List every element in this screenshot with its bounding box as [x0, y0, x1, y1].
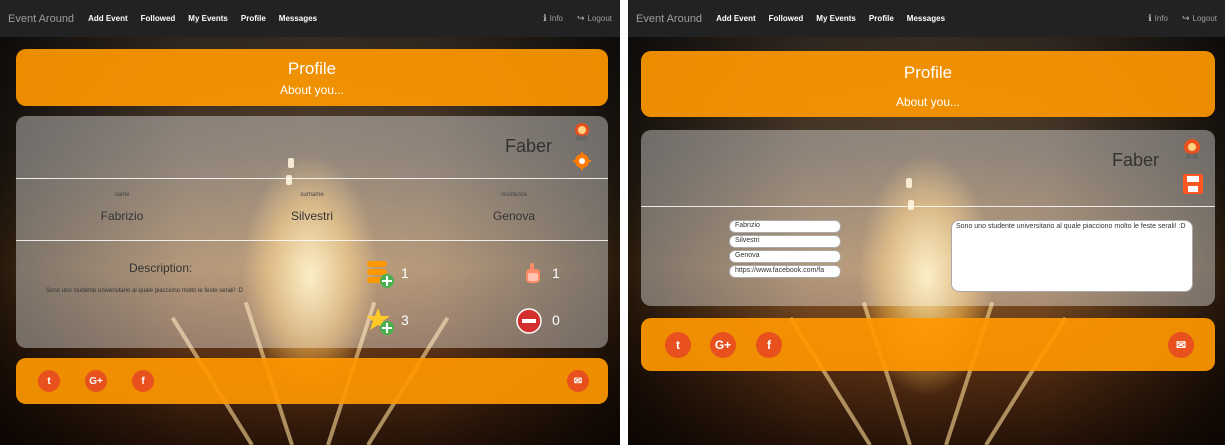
- info-icon: ℹ: [543, 13, 547, 23]
- navbar: Event Around Add Event Followed My Event…: [0, 0, 620, 37]
- facebook-url-input[interactable]: https://www.facebook.com/fa: [729, 265, 841, 278]
- twitter-icon[interactable]: t: [38, 370, 60, 392]
- save-icon[interactable]: [1183, 174, 1203, 194]
- globe-link-icon[interactable]: [572, 122, 592, 142]
- twitter-icon[interactable]: t: [665, 332, 691, 358]
- nav-logout[interactable]: ↪ Logout: [1182, 13, 1217, 24]
- facebook-icon[interactable]: f: [756, 332, 782, 358]
- nav-info-label: Info: [1154, 14, 1168, 23]
- created-events-icon[interactable]: [365, 259, 395, 289]
- nav-my-events[interactable]: My Events: [188, 14, 228, 23]
- profile-header-card: Profile About you...: [641, 51, 1215, 117]
- facebook-icon[interactable]: f: [132, 370, 154, 392]
- brand-link[interactable]: Event Around: [8, 13, 74, 25]
- divider: [16, 240, 608, 241]
- info-icon: ℹ: [1148, 13, 1152, 23]
- name-label: name: [114, 192, 130, 198]
- brand-link[interactable]: Event Around: [636, 13, 702, 25]
- profile-edit-pane: Event Around Add Event Followed My Event…: [628, 0, 1225, 445]
- page-subtitle: About you...: [279, 83, 345, 97]
- name-input[interactable]: Fabrizio: [729, 220, 841, 233]
- divider: [16, 178, 608, 179]
- divider: [641, 206, 1215, 207]
- nav-followed[interactable]: Followed: [141, 14, 176, 23]
- username: Faber: [504, 136, 552, 156]
- nav-profile[interactable]: Profile: [869, 14, 894, 23]
- profile-edit-card: Faber Fabrizio Silvestri Genova https://…: [641, 130, 1215, 306]
- profile-card: Faber name Fabrizio surname Silvestri re…: [16, 116, 608, 348]
- surname-label: surname: [300, 192, 324, 198]
- favorites-star-icon[interactable]: [365, 306, 395, 336]
- nav-followed[interactable]: Followed: [769, 14, 804, 23]
- blocked-count: 0: [552, 312, 560, 328]
- page-title: Profile: [287, 59, 337, 78]
- nav-add-event[interactable]: Add Event: [88, 14, 128, 23]
- blocked-icon[interactable]: [516, 308, 542, 334]
- mail-icon[interactable]: ✉: [567, 370, 589, 392]
- globe-link-icon[interactable]: [1181, 138, 1203, 160]
- residence-label: residence: [500, 192, 527, 198]
- nav-logout[interactable]: ↪ Logout: [577, 13, 612, 24]
- description-textarea[interactable]: Sono uno studente universitario al quale…: [951, 220, 1193, 292]
- navbar: Event Around Add Event Followed My Event…: [628, 0, 1225, 37]
- surname-value: Silvestri: [290, 209, 333, 223]
- residence-value: Genova: [492, 209, 536, 223]
- split-screenshot: Event Around Add Event Followed My Event…: [0, 0, 1225, 445]
- hand-like-icon[interactable]: [520, 261, 546, 287]
- description-text: Sono uno studente universitario al quale…: [46, 288, 243, 294]
- logout-icon: ↪: [1181, 13, 1190, 23]
- surname-input[interactable]: Silvestri: [729, 235, 841, 248]
- created-events-count: 1: [401, 265, 409, 281]
- googleplus-icon[interactable]: G+: [85, 370, 107, 392]
- nav-add-event[interactable]: Add Event: [716, 14, 756, 23]
- nav-messages[interactable]: Messages: [907, 14, 945, 23]
- username: Faber: [1111, 150, 1159, 170]
- residence-input[interactable]: Genova: [729, 250, 841, 263]
- nav-logout-label: Logout: [1192, 14, 1217, 23]
- likes-count: 1: [552, 265, 560, 281]
- gear-icon[interactable]: [573, 152, 591, 170]
- favorites-count: 3: [401, 312, 409, 328]
- description-label: Description:: [129, 261, 193, 275]
- googleplus-icon[interactable]: G+: [710, 332, 736, 358]
- logout-icon: ↪: [576, 13, 585, 23]
- nav-info-label: Info: [549, 14, 563, 23]
- nav-profile[interactable]: Profile: [241, 14, 266, 23]
- nav-logout-label: Logout: [587, 14, 612, 23]
- profile-view-pane: Event Around Add Event Followed My Event…: [0, 0, 620, 445]
- nav-info[interactable]: ℹ Info: [1148, 13, 1168, 24]
- page-subtitle: About you...: [895, 95, 961, 109]
- page-title: Profile: [903, 63, 953, 82]
- nav-messages[interactable]: Messages: [279, 14, 317, 23]
- mail-icon[interactable]: ✉: [1168, 332, 1194, 358]
- nav-my-events[interactable]: My Events: [816, 14, 856, 23]
- nav-info[interactable]: ℹ Info: [543, 13, 563, 24]
- profile-header-card: Profile About you...: [16, 49, 608, 106]
- name-value: Fabrizio: [100, 209, 144, 223]
